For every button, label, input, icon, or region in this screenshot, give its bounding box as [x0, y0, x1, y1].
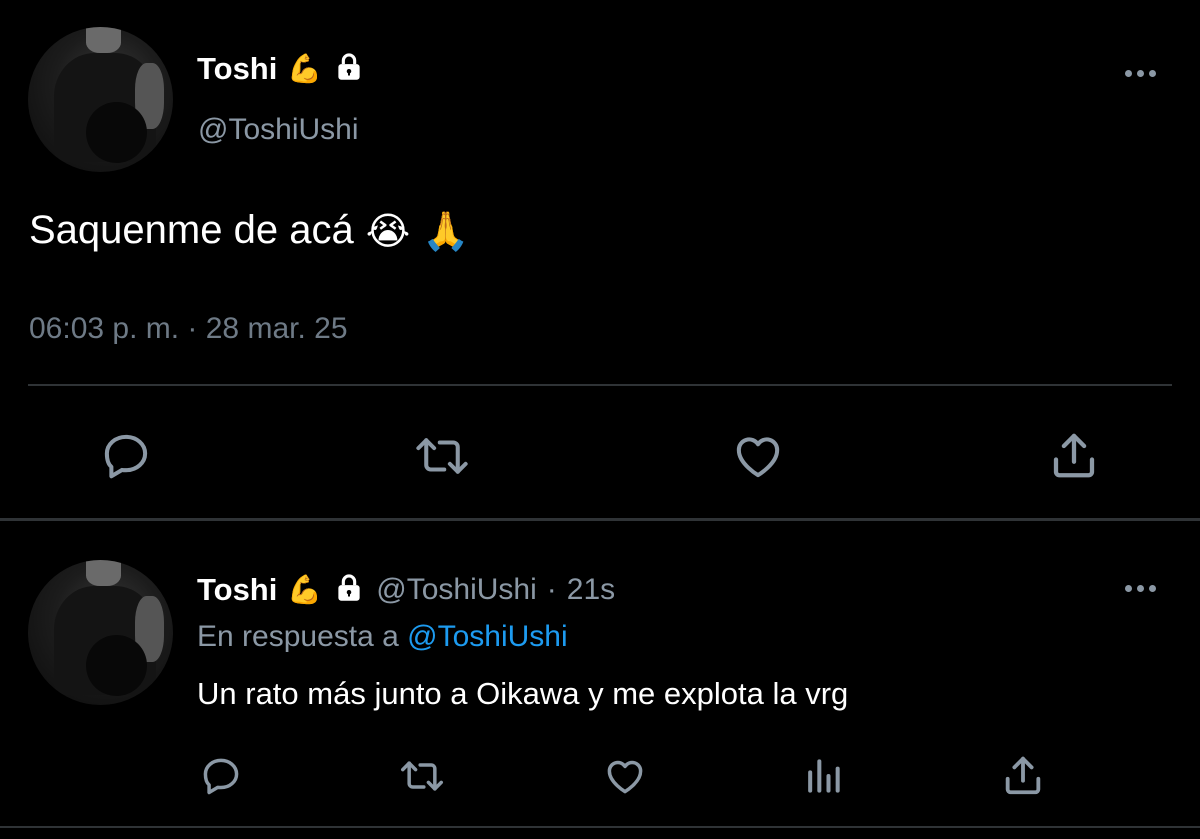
share-icon[interactable] [1046, 426, 1102, 484]
author-display-name[interactable]: Toshi [197, 51, 277, 87]
tweet-text: Saquenme de acá 😭 🙏 [29, 208, 469, 253]
reply-context: En respuesta a @ToshiUshi [197, 620, 568, 654]
lock-icon [332, 571, 366, 610]
reply-icon[interactable] [96, 428, 156, 484]
reply-header: Toshi 💪 @ToshiUshi · 21s [197, 568, 615, 612]
analytics-icon[interactable] [800, 752, 846, 800]
share-icon[interactable] [998, 750, 1048, 800]
flexed-biceps-emoji: 💪 [287, 52, 323, 85]
reply-to-prefix: En respuesta a [197, 620, 399, 653]
reply-to-mention[interactable]: @ToshiUshi [407, 620, 568, 653]
tweet-action-bar [0, 420, 1200, 490]
more-icon[interactable] [1125, 585, 1156, 592]
main-tweet: Toshi 💪 @ToshiUshi Saquenme de acá 😭 🙏 0… [0, 0, 1200, 520]
author-name-row: Toshi 💪 [197, 48, 366, 90]
avatar[interactable] [28, 27, 173, 172]
like-icon[interactable] [600, 752, 650, 800]
separator-dot: · [546, 573, 557, 606]
reply-icon[interactable] [196, 752, 246, 800]
folded-hands-emoji: 🙏 [422, 208, 470, 253]
section-divider [0, 518, 1200, 521]
divider [28, 384, 1172, 386]
tweet-time-ago[interactable]: 21s [567, 573, 615, 607]
flexed-biceps-emoji: 💪 [287, 573, 323, 606]
tweet-thread-page: Toshi 💪 @ToshiUshi Saquenme de acá 😭 🙏 0… [0, 0, 1200, 839]
author-handle[interactable]: @ToshiUshi [376, 573, 537, 607]
divider [0, 826, 1200, 828]
more-icon[interactable] [1125, 70, 1156, 77]
retweet-icon[interactable] [396, 752, 448, 800]
lock-icon [332, 50, 366, 89]
avatar[interactable] [28, 560, 173, 705]
reply-action-bar [0, 748, 1200, 804]
author-handle[interactable]: @ToshiUshi [198, 113, 359, 147]
reply-tweet-text: Un rato más junto a Oikawa y me explota … [197, 676, 849, 711]
like-icon[interactable] [728, 428, 788, 484]
tweet-text-content: Saquenme de acá [29, 208, 354, 252]
retweet-icon[interactable] [410, 428, 474, 484]
author-display-name[interactable]: Toshi [197, 572, 277, 608]
crying-face-emoji: 😭 [365, 208, 411, 253]
tweet-timestamp[interactable]: 06:03 p. m. · 28 mar. 25 [29, 312, 348, 346]
